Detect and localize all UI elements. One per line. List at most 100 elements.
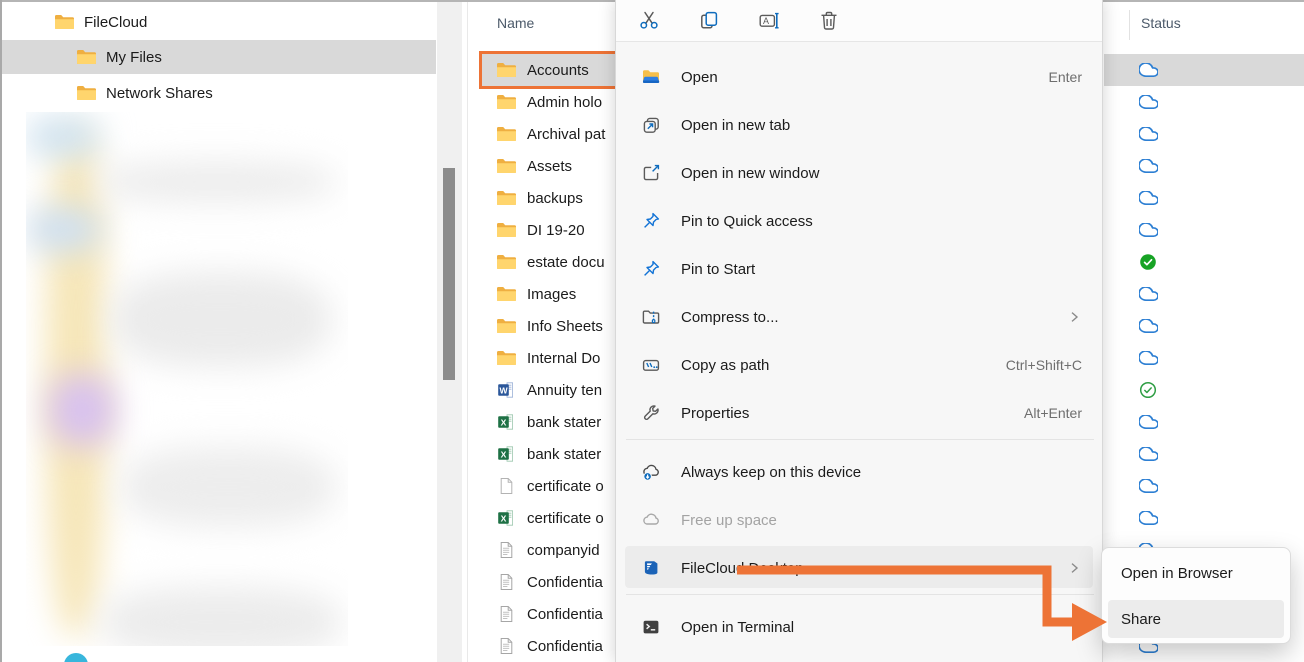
file-name-label: Internal Do	[527, 350, 600, 367]
menu-item-properties[interactable]: PropertiesAlt+Enter	[616, 389, 1102, 437]
toolbar-cut-button[interactable]	[629, 4, 669, 38]
status-synced-outline-icon	[1139, 381, 1158, 399]
status-cloud-icon	[1139, 413, 1158, 431]
open-new-tab-icon	[637, 115, 665, 135]
menu-item-label: Always keep on this device	[681, 464, 861, 481]
menu-separator	[626, 594, 1094, 595]
toolbar-delete-button[interactable]	[809, 4, 849, 38]
redacted-blob	[96, 162, 336, 202]
sidebar-item-filecloud[interactable]: FileCloud	[2, 5, 436, 39]
status-cloud-icon	[1139, 445, 1158, 463]
menu-item-open[interactable]: OpenEnter	[616, 53, 1102, 101]
menu-item-label: Compress to...	[681, 309, 779, 326]
file-name-label: Confidentia	[527, 574, 603, 591]
status-cloud-icon	[1139, 317, 1158, 335]
status-column-header[interactable]: Status	[1141, 15, 1181, 31]
partial-cloud-icon	[64, 653, 88, 662]
folder-icon	[495, 190, 517, 206]
cut-icon	[637, 9, 661, 33]
submenu-item-share[interactable]: Share	[1108, 600, 1284, 638]
copy-path-icon	[637, 355, 665, 375]
submenu-item-open-in-browser[interactable]: Open in Browser	[1108, 554, 1284, 592]
rename-icon: A	[757, 9, 781, 33]
folder-icon	[495, 254, 517, 270]
sidebar-item-label: Network Shares	[106, 85, 213, 102]
status-cloud-icon	[1139, 125, 1158, 143]
file-name-label: certificate o	[527, 478, 604, 495]
textdoc-icon	[495, 541, 517, 559]
svg-text:W: W	[499, 385, 508, 395]
name-column-header[interactable]: Name	[497, 15, 534, 31]
file-name-label: DI 19-20	[527, 222, 585, 239]
status-cloud-icon	[1139, 157, 1158, 175]
context-menu-toolbar: A	[616, 0, 1102, 42]
status-cloud-icon	[1139, 61, 1158, 79]
menu-item-label: Free up space	[681, 512, 777, 529]
file-name-label: bank stater	[527, 414, 601, 431]
excel-icon: X	[495, 445, 517, 463]
toolbar-rename-button[interactable]: A	[749, 4, 789, 38]
terminal-icon	[637, 617, 665, 637]
file-name-label: Info Sheets	[527, 318, 603, 335]
menu-item-open-in-new-tab[interactable]: Open in new tab	[616, 101, 1102, 149]
redacted-blob	[101, 587, 341, 646]
menu-item-open-in-terminal[interactable]: Open in Terminal	[616, 603, 1102, 651]
sidebar-item-network-shares[interactable]: Network Shares	[2, 76, 436, 110]
textdoc-icon	[495, 637, 517, 655]
sidebar-item-my-files[interactable]: My Files	[2, 40, 436, 74]
keep-device-icon	[637, 462, 665, 482]
menu-item-open-in-new-window[interactable]: Open in new window	[616, 149, 1102, 197]
toolbar-copy-button[interactable]	[689, 4, 729, 38]
chevron-right-icon	[1066, 560, 1082, 576]
redacted-blob	[26, 207, 101, 252]
folder-icon	[495, 222, 517, 238]
redacted-content	[26, 112, 348, 646]
menu-item-label: Copy as path	[681, 357, 769, 374]
menu-item-label: Properties	[681, 405, 749, 422]
open-new-window-icon	[637, 163, 665, 183]
status-cloud-icon	[1139, 285, 1158, 303]
word-icon: W	[495, 381, 517, 399]
delete-icon	[817, 9, 841, 33]
window-left-border	[0, 0, 2, 662]
file-name-label: Archival pat	[527, 126, 605, 143]
folder-icon	[76, 49, 96, 65]
file-name-label: Images	[527, 286, 576, 303]
sidebar-scrollbar-thumb[interactable]	[443, 168, 455, 380]
submenu-item-label: Share	[1121, 611, 1161, 628]
file-explorer-window: FileCloud My Files Network Shares Name Sta…	[0, 0, 1304, 662]
file-name-label: bank stater	[527, 446, 601, 463]
context-menu: A OpenEnter Open in new tab Open in new wi…	[615, 0, 1103, 662]
menu-item-pin-to-start[interactable]: Pin to Start	[616, 245, 1102, 293]
redacted-blob	[121, 447, 336, 527]
copy-icon	[697, 9, 721, 33]
sidebar-item-label: FileCloud	[84, 14, 147, 31]
menu-item-label: Open in new tab	[681, 117, 790, 134]
svg-text:X: X	[501, 513, 507, 523]
file-name-label: estate docu	[527, 254, 605, 271]
cloud-icon	[637, 510, 665, 530]
menu-item-label: Open in new window	[681, 165, 819, 182]
svg-text:X: X	[501, 449, 507, 459]
file-name-label: certificate o	[527, 510, 604, 527]
chevron-right-icon	[1066, 309, 1082, 325]
file-icon	[495, 477, 517, 495]
filecloud-icon	[637, 558, 665, 578]
menu-separator	[626, 439, 1094, 440]
menu-item-always-keep-on-this-device[interactable]: Always keep on this device	[616, 448, 1102, 496]
sidebar-item-label: My Files	[106, 49, 162, 66]
svg-text:X: X	[501, 417, 507, 427]
status-cloud-icon	[1139, 93, 1158, 111]
textdoc-icon	[495, 573, 517, 591]
textdoc-icon	[495, 605, 517, 623]
menu-item-filecloud-desktop[interactable]: FileCloud Desktop	[616, 544, 1102, 592]
menu-item-copy-as-path[interactable]: Copy as pathCtrl+Shift+C	[616, 341, 1102, 389]
menu-item-compress-to[interactable]: Compress to...	[616, 293, 1102, 341]
folder-icon	[495, 318, 517, 334]
menu-item-label: Open	[681, 69, 718, 86]
menu-item-pin-to-quick-access[interactable]: Pin to Quick access	[616, 197, 1102, 245]
file-name-label: Confidentia	[527, 606, 603, 623]
zip-folder-icon	[637, 307, 665, 327]
folder-icon	[495, 158, 517, 174]
folder-icon	[495, 126, 517, 142]
